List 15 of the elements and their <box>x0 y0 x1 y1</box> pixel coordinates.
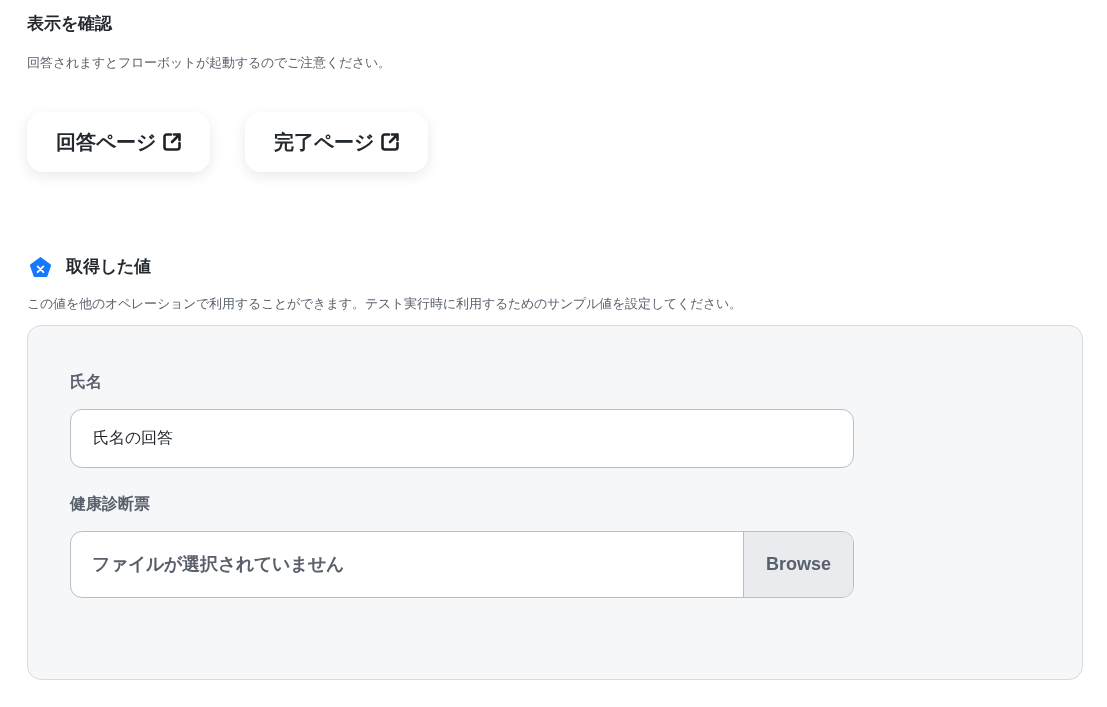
browse-button[interactable]: Browse <box>743 532 853 597</box>
caution-text: 回答されますとフローボットが起動するのでご注意ください。 <box>27 54 391 72</box>
section-title: 表示を確認 <box>27 13 112 35</box>
field-label: 健康診断票 <box>70 494 150 514</box>
external-link-icon <box>161 132 182 152</box>
file-status-text: ファイルが選択されていません <box>91 553 345 576</box>
field-label: 氏名 <box>70 372 102 392</box>
text-input[interactable]: 氏名の回答 <box>70 409 854 468</box>
description-text: この値を他のオペレーションで利用することができます。テスト実行時に利用するためのサンプル値を設定してください。 <box>27 295 742 313</box>
pentagon-x-icon <box>29 256 52 278</box>
file-input[interactable]: ファイルが選択されていません Browse <box>70 531 854 598</box>
page-link-button[interactable]: 完了ページ <box>245 112 428 172</box>
section-title: 取得した値 <box>66 256 151 278</box>
external-link-icon <box>379 132 400 152</box>
page-link-button[interactable]: 回答ページ <box>27 112 210 172</box>
